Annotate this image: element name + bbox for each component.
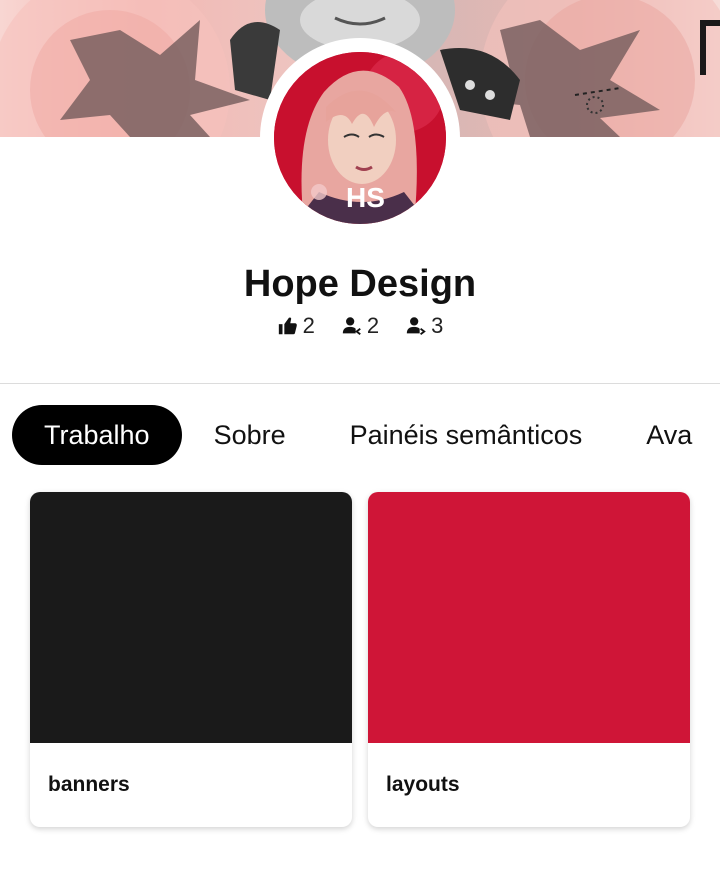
stat-followers[interactable]: 2: [341, 313, 379, 339]
work-card-layouts[interactable]: layouts: [368, 492, 690, 827]
stat-likes[interactable]: 2: [277, 313, 315, 339]
tab-sobre[interactable]: Sobre: [182, 405, 318, 465]
stat-following[interactable]: 3: [405, 313, 443, 339]
work-title: banners: [48, 773, 130, 796]
work-cover: [368, 492, 690, 743]
tab-avaliacoes[interactable]: Ava: [614, 405, 720, 465]
stat-following-value: 3: [431, 313, 444, 338]
tab-trabalho[interactable]: Trabalho: [12, 405, 182, 465]
profile-tabs: Trabalho Sobre Painéis semânticos Ava: [12, 405, 720, 465]
profile-stats: 2 2 3: [0, 313, 720, 339]
following-icon: [406, 317, 426, 335]
stat-likes-value: 2: [302, 313, 315, 338]
work-grid: banners layouts: [30, 492, 690, 827]
work-title: layouts: [386, 773, 460, 796]
follower-icon: [342, 317, 361, 335]
thumbs-up-icon: [278, 317, 297, 335]
work-cover: [30, 492, 352, 743]
avatar-image: HS: [274, 52, 446, 224]
section-divider: [0, 383, 720, 384]
avatar-badge: HS: [346, 182, 385, 213]
stat-followers-value: 2: [366, 313, 380, 338]
avatar[interactable]: HS: [274, 52, 446, 224]
tab-paineis-semanticos[interactable]: Painéis semânticos: [318, 405, 615, 465]
profile-name: Hope Design: [243, 263, 477, 305]
work-card-banners[interactable]: banners: [30, 492, 352, 827]
